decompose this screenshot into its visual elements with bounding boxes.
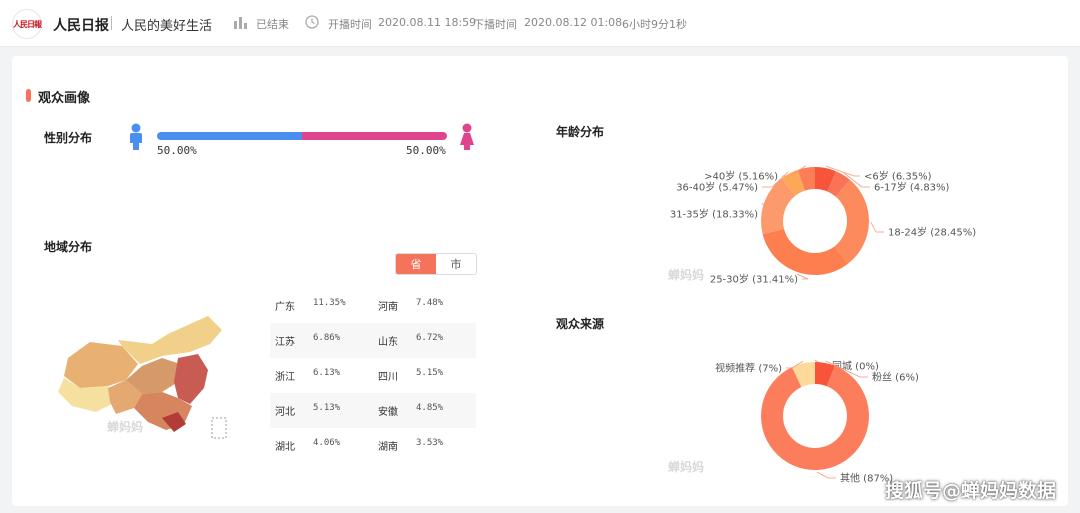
region-cell: 浙江 6.13% <box>270 368 373 383</box>
brand-logo[interactable]: 人民日報 <box>12 9 42 39</box>
region-percent: 6.13% <box>313 368 341 378</box>
table-row: 江苏 6.86% 山东 6.72% <box>270 323 476 358</box>
live-status: 已结束 <box>256 18 289 31</box>
region-cell: 四川 5.15% <box>373 368 476 383</box>
region-cell: 山东 6.72% <box>373 333 476 348</box>
region-name: 山东 <box>378 337 398 348</box>
map-inset-frame <box>211 417 227 439</box>
label-leader-line <box>870 222 884 233</box>
duration: 6小时9分1秒 <box>622 18 687 31</box>
region-name: 河北 <box>275 407 295 418</box>
bar-chart-icon <box>234 17 247 29</box>
female-share-fill <box>302 132 447 140</box>
end-time-label: 下播时间 <box>473 18 517 31</box>
region-percent: 6.86% <box>313 333 341 343</box>
slice-label: 粉丝 (6%) <box>872 371 919 384</box>
male-share-fill <box>157 132 302 140</box>
region-name: 广东 <box>275 302 295 313</box>
region-percent: 5.13% <box>313 403 341 413</box>
region-name: 湖北 <box>275 442 295 453</box>
slice-label: 视频推荐 (7%) <box>715 362 782 375</box>
slice-label: <6岁 (6.35%) <box>864 170 932 183</box>
section-title: 观众画像 <box>25 87 90 106</box>
table-row: 河北 5.13% 安徽 4.85% <box>270 393 476 428</box>
clock-icon <box>305 15 319 29</box>
region-cell: 广东 11.35% <box>270 298 373 313</box>
region-cell: 河南 7.48% <box>373 298 476 313</box>
divider <box>111 16 112 30</box>
region-percent: 5.15% <box>416 368 444 378</box>
slice-label: 6-17岁 (4.83%) <box>874 181 950 194</box>
watermark: 蝉妈妈 <box>107 420 144 434</box>
region-name: 河南 <box>378 302 398 313</box>
table-row: 湖北 4.06% 湖南 3.53% <box>270 428 476 463</box>
region-cell: 湖南 3.53% <box>373 438 476 453</box>
region-table: 广东 11.35% 河南 7.48% 江苏 6.86% 山东 6.72% 浙江 6.13% 四川 5.… <box>270 288 476 463</box>
start-time-value: 2020.08.11 18:59 <box>378 16 477 29</box>
audience-profile-card: 观众画像 性别分布 50.00% 50.00% 地域分布 省 市 广东 11.35… <box>12 56 1068 506</box>
region-percent: 11.35% <box>313 298 346 308</box>
end-time-value: 2020.08.12 01:08 <box>524 16 623 29</box>
top-bar: 人民日報 人民日报 人民的美好生活 已结束 开播时间 2020.08.11 18… <box>0 0 1080 47</box>
watermark: 蝉妈妈 <box>668 268 705 282</box>
donut-slice[interactable] <box>834 179 869 264</box>
account-name[interactable]: 人民日报 <box>53 15 109 35</box>
region-cell: 湖北 4.06% <box>270 438 373 453</box>
gender-bar <box>157 132 447 140</box>
region-scope-toggle: 省 市 <box>395 253 477 275</box>
source-chart-title: 观众来源 <box>556 317 605 331</box>
region-percent: 4.06% <box>313 438 341 448</box>
gender-label: 性别分布 <box>44 131 93 145</box>
female-percent: 50.00% <box>406 144 446 157</box>
region-cell: 安徽 4.85% <box>373 403 476 418</box>
start-time-label: 开播时间 <box>328 18 372 31</box>
region-name: 江苏 <box>275 337 295 348</box>
region-cell: 河北 5.13% <box>270 403 373 418</box>
male-percent: 50.00% <box>157 144 197 157</box>
region-percent: 7.48% <box>416 298 444 308</box>
table-row: 广东 11.35% 河南 7.48% <box>270 288 476 323</box>
region-name: 安徽 <box>378 407 398 418</box>
map-region-north <box>118 316 222 364</box>
female-icon <box>460 123 474 150</box>
region-name: 浙江 <box>275 372 295 383</box>
region-label: 地域分布 <box>44 240 93 254</box>
tab-province[interactable]: 省 <box>396 254 436 274</box>
region-name: 湖南 <box>378 442 398 453</box>
slice-label: 31-35岁 (18.33%) <box>670 208 758 221</box>
slice-label: >40岁 (5.16%) <box>704 170 778 183</box>
tab-city[interactable]: 市 <box>436 254 476 274</box>
source-watermark: 搜狐号@蝉妈妈数据 <box>884 480 1056 502</box>
table-row: 浙江 6.13% 四川 5.15% <box>270 358 476 393</box>
map-region-east <box>174 354 208 404</box>
donut-slice[interactable] <box>762 228 848 275</box>
region-percent: 3.53% <box>416 438 444 448</box>
label-leader-line <box>816 471 836 479</box>
slice-label: 18-24岁 (28.45%) <box>888 226 976 239</box>
region-cell: 江苏 6.86% <box>270 333 373 348</box>
label-leader-line <box>796 273 809 280</box>
watermark: 蝉妈妈 <box>668 460 705 474</box>
region-name: 四川 <box>378 372 398 383</box>
region-percent: 4.85% <box>416 403 444 413</box>
region-percent: 6.72% <box>416 333 444 343</box>
age-chart-title: 年龄分布 <box>556 125 605 139</box>
slice-label: 25-30岁 (31.41%) <box>710 273 798 286</box>
live-title: 人民的美好生活 <box>121 19 213 34</box>
male-icon <box>130 123 142 150</box>
